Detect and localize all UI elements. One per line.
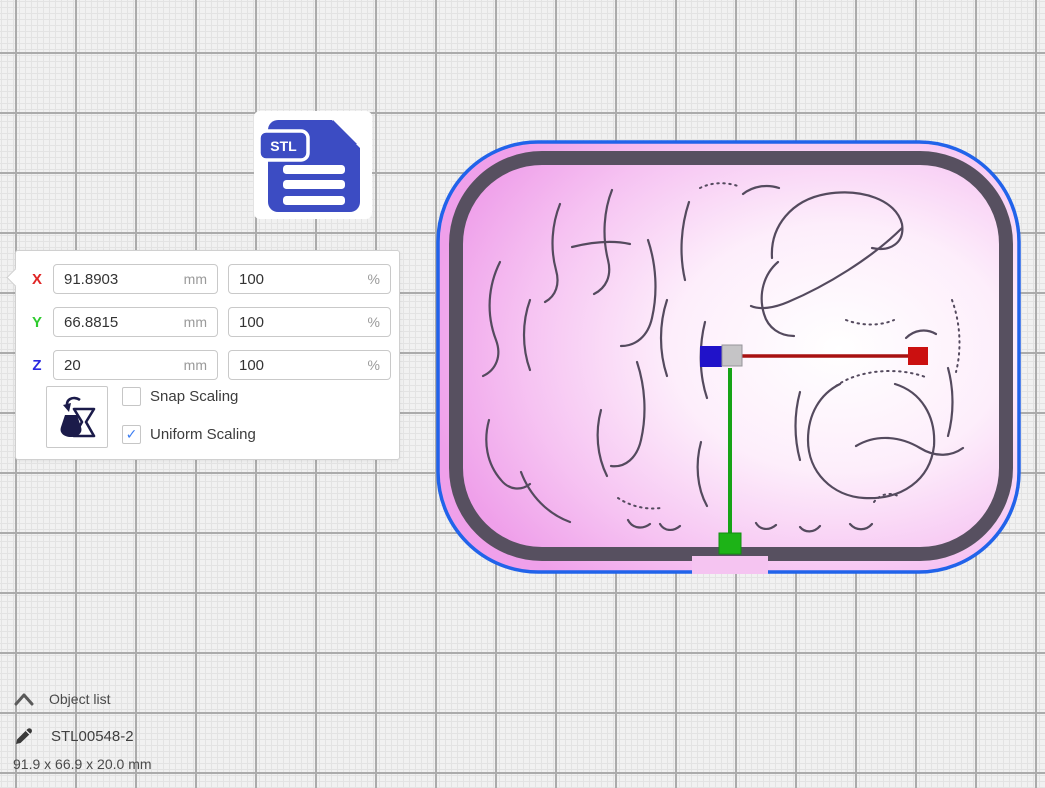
object-list-item[interactable]: STL00548-2	[14, 726, 134, 746]
stl-file-icon[interactable]: STL	[254, 111, 372, 219]
y-percent-unit: %	[368, 314, 380, 330]
scale-handle-z[interactable]	[700, 346, 722, 367]
stl-document-icon: STL	[254, 111, 372, 219]
x-percent-field[interactable]: %	[228, 264, 391, 294]
z-percent-field[interactable]: %	[228, 350, 391, 380]
scaling-options: Snap Scaling ✓ Uniform Scaling	[122, 386, 256, 462]
scale-row-y: Y mm %	[29, 307, 399, 337]
y-percent-input[interactable]	[239, 314, 360, 331]
viewport-3d[interactable]: STL X mm % Y mm %	[0, 0, 1045, 788]
scale-handle-x[interactable]	[908, 347, 928, 365]
y-size-unit: mm	[184, 314, 207, 330]
z-percent-unit: %	[368, 357, 380, 373]
pencil-icon[interactable]	[14, 726, 34, 746]
z-size-input[interactable]	[64, 357, 176, 374]
object-list-label: Object list	[49, 691, 110, 707]
reset-scale-button[interactable]	[46, 386, 108, 448]
z-percent-input[interactable]	[239, 357, 360, 374]
x-size-unit: mm	[184, 271, 207, 287]
snap-scaling-row[interactable]: Snap Scaling	[122, 386, 256, 406]
y-size-input[interactable]	[64, 314, 176, 331]
y-percent-field[interactable]: %	[228, 307, 391, 337]
x-size-input[interactable]	[64, 271, 176, 288]
axis-label-y: Y	[29, 314, 45, 331]
uniform-scaling-checkbox[interactable]: ✓	[122, 425, 141, 444]
reset-scale-icon	[56, 393, 98, 441]
z-size-field[interactable]: mm	[53, 350, 218, 380]
object-name: STL00548-2	[51, 728, 134, 745]
x-percent-input[interactable]	[239, 271, 360, 288]
axis-label-x: X	[29, 271, 45, 288]
uniform-scaling-row[interactable]: ✓ Uniform Scaling	[122, 424, 256, 444]
stl-label: STL	[270, 138, 297, 154]
y-size-field[interactable]: mm	[53, 307, 218, 337]
check-icon: ✓	[126, 427, 138, 441]
scale-row-z: Z mm %	[29, 350, 399, 380]
object-list-toggle[interactable]: Object list	[14, 691, 110, 707]
x-size-field[interactable]: mm	[53, 264, 218, 294]
snap-scaling-label: Snap Scaling	[150, 388, 238, 405]
axis-label-z: Z	[29, 357, 45, 374]
scale-handle-center[interactable]	[722, 345, 742, 366]
snap-scaling-checkbox[interactable]	[122, 387, 141, 406]
scale-row-x: X mm %	[29, 264, 399, 294]
scale-tool-panel: X mm % Y mm % Z mm	[15, 250, 400, 460]
object-dimensions: 91.9 x 66.9 x 20.0 mm	[13, 756, 152, 772]
z-size-unit: mm	[184, 357, 207, 373]
chevron-up-icon	[14, 692, 34, 706]
scale-handle-y[interactable]	[719, 533, 741, 554]
outline-gap	[692, 556, 768, 574]
uniform-scaling-label: Uniform Scaling	[150, 426, 256, 443]
x-percent-unit: %	[368, 271, 380, 287]
